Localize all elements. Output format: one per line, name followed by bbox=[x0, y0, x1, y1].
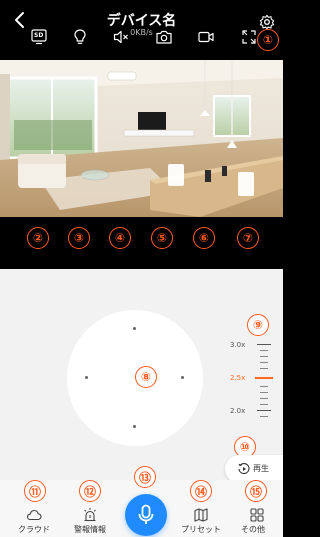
map-preset-icon[interactable] bbox=[193, 507, 209, 523]
device-name-title: デバイス名 bbox=[106, 13, 177, 29]
zoom-tick bbox=[260, 416, 268, 417]
speaker-mute-icon[interactable] bbox=[112, 28, 130, 46]
zoom-tick bbox=[260, 368, 268, 369]
zoom-level-3x: 3.0x bbox=[230, 341, 246, 349]
callout-marker-2: ② bbox=[27, 227, 49, 249]
alarm-siren-icon[interactable] bbox=[82, 507, 98, 523]
zoom-slider[interactable]: 3.0x 2.5x 2.0x bbox=[225, 338, 277, 420]
nav-preset-label[interactable]: プリセット bbox=[171, 524, 231, 535]
dpad-left-dot[interactable] bbox=[85, 376, 88, 379]
callout-marker-14: ⑭ bbox=[190, 480, 212, 502]
zoom-tick bbox=[260, 362, 268, 363]
playback-button[interactable]: 再生 bbox=[225, 455, 283, 483]
dpad-right-dot[interactable] bbox=[181, 376, 184, 379]
microphone-icon bbox=[138, 504, 154, 524]
light-bulb-icon[interactable] bbox=[71, 28, 89, 46]
callout-marker-6: ⑥ bbox=[193, 227, 215, 249]
zoom-tick bbox=[260, 398, 268, 399]
zoom-tick bbox=[260, 356, 268, 357]
zoom-tick bbox=[260, 386, 268, 387]
callout-marker-5: ⑤ bbox=[151, 227, 173, 249]
callout-marker-15: ⑮ bbox=[245, 480, 267, 502]
zoom-tick bbox=[260, 350, 268, 351]
record-video-icon[interactable] bbox=[197, 28, 215, 46]
snapshot-camera-icon[interactable] bbox=[155, 28, 173, 46]
nav-cloud-label[interactable]: クラウド bbox=[4, 524, 64, 535]
video-quality-button[interactable]: SD bbox=[30, 28, 48, 46]
grid-more-icon[interactable] bbox=[249, 507, 265, 523]
dpad-up-dot[interactable] bbox=[133, 327, 136, 330]
zoom-level-2x: 2.0x bbox=[230, 407, 246, 415]
callout-marker-3: ③ bbox=[68, 227, 90, 249]
callout-marker-7: ⑦ bbox=[237, 227, 259, 249]
playback-label: 再生 bbox=[253, 464, 269, 473]
callout-marker-9: ⑨ bbox=[247, 314, 269, 336]
zoom-tick bbox=[260, 392, 268, 393]
settings-gear-icon[interactable] bbox=[259, 14, 275, 30]
callout-marker-1: ① bbox=[257, 29, 279, 51]
callout-marker-13: ⑬ bbox=[134, 466, 156, 488]
zoom-tick bbox=[257, 344, 271, 345]
nav-alarm-label[interactable]: 警報情報 bbox=[60, 524, 120, 535]
callout-marker-11: ⑪ bbox=[24, 480, 46, 502]
callout-marker-8: ⑧ bbox=[135, 366, 157, 388]
sd-quality-label: SD bbox=[34, 32, 44, 39]
cloud-icon[interactable] bbox=[26, 507, 42, 523]
callout-marker-4: ④ bbox=[109, 227, 131, 249]
zoom-tick bbox=[260, 404, 268, 405]
dpad-down-dot[interactable] bbox=[133, 425, 136, 428]
zoom-current-indicator bbox=[255, 377, 273, 379]
talk-microphone-button[interactable] bbox=[125, 494, 167, 536]
nav-more-label[interactable]: その他 bbox=[223, 524, 283, 535]
fullscreen-icon[interactable] bbox=[240, 28, 258, 46]
callout-marker-12: ⑫ bbox=[79, 480, 101, 502]
zoom-level-2-5x: 2.5x bbox=[230, 374, 246, 382]
zoom-tick bbox=[257, 410, 271, 411]
playback-icon bbox=[238, 463, 250, 475]
camera-video-feed[interactable] bbox=[0, 60, 283, 217]
